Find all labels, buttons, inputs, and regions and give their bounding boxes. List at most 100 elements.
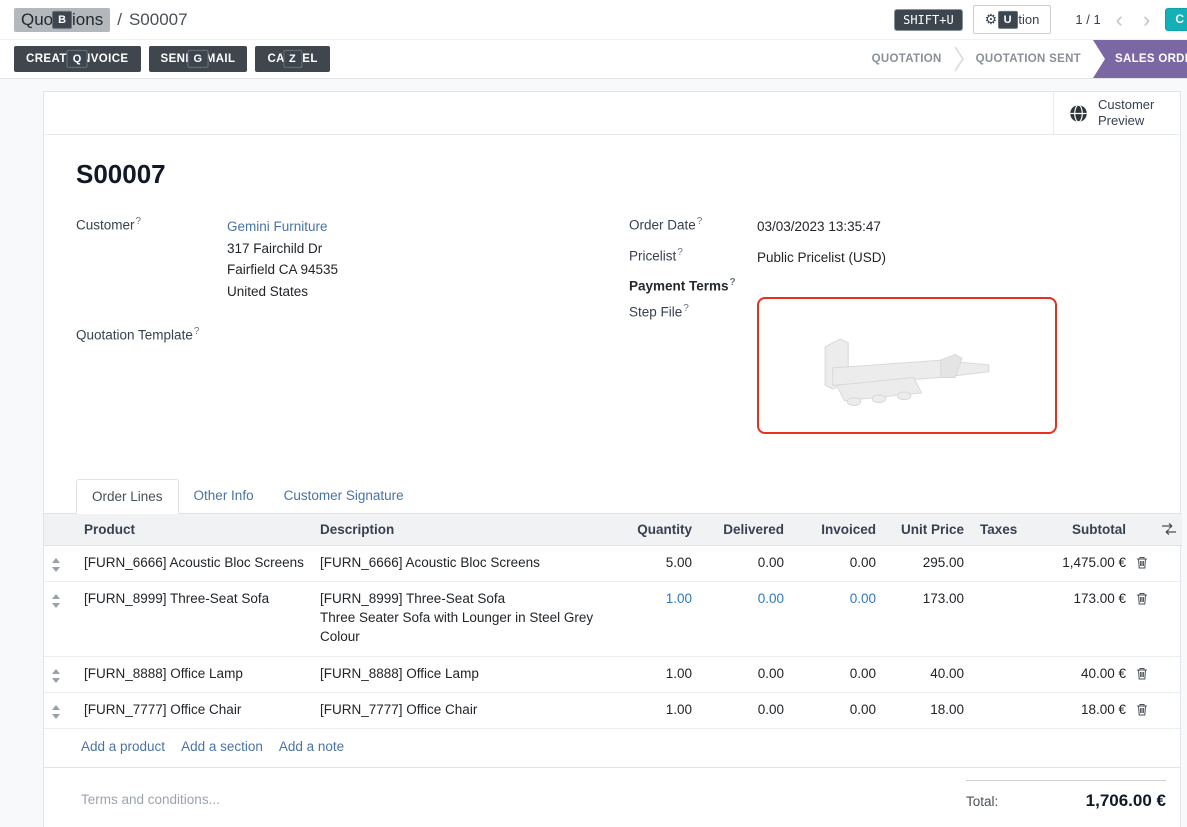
tab-customer-signature[interactable]: Customer Signature [269, 479, 419, 514]
order-date-label: Order Date? [629, 216, 757, 238]
sheet-bottom: Terms and conditions... Total: 1,706.00 … [44, 768, 1180, 827]
quotation-template-label: Quotation Template? [76, 326, 227, 343]
tab-order-lines[interactable]: Order Lines [76, 479, 179, 514]
cell-taxes[interactable] [972, 692, 1028, 728]
cell-description[interactable]: [FURN_8999] Three-Seat Sofa Three Seater… [312, 581, 612, 656]
optional-columns-icon[interactable] [1160, 514, 1182, 546]
total-box: Total: 1,706.00 € [966, 780, 1166, 811]
delete-row-button[interactable] [1134, 581, 1160, 656]
send-email-button[interactable]: SEND EMAIL G [149, 46, 248, 72]
customer-address-line-2: Fairfield CA 94535 [227, 262, 338, 277]
cell-unit-price[interactable]: 40.00 [884, 656, 972, 692]
help-marker: ? [677, 247, 683, 258]
tab-other-info[interactable]: Other Info [179, 479, 269, 514]
cell-delivered[interactable]: 0.00 [700, 581, 792, 656]
customer-preview-label: Customer Preview [1098, 97, 1160, 130]
cell-invoiced[interactable]: 0.00 [792, 692, 884, 728]
field-customer: Customer? Gemini Furniture 317 Fairchild… [76, 216, 629, 302]
breadcrumb-separator: / [117, 10, 122, 30]
cell-description[interactable]: [FURN_7777] Office Chair [312, 692, 612, 728]
cell-invoiced[interactable]: 0.00 [792, 545, 884, 581]
cell-product[interactable]: [FURN_6666] Acoustic Bloc Screens [76, 545, 312, 581]
breadcrumb-quotations-link[interactable]: Quotations B [14, 8, 110, 32]
delete-row-button[interactable] [1134, 656, 1160, 692]
stage-quotation-sent[interactable]: QUOTATION SENT [964, 53, 1093, 65]
create-invoice-button[interactable]: CREATE INVOICE Q [14, 46, 141, 72]
col-invoiced: Invoiced [792, 514, 884, 546]
cell-subtotal: 18.00 € [1028, 692, 1134, 728]
globe-icon [1069, 104, 1088, 123]
add-note-link[interactable]: Add a note [279, 739, 344, 754]
step-part-drawing [792, 312, 1022, 418]
cell-delivered[interactable]: 0.00 [700, 692, 792, 728]
field-step-file: Step File? [629, 303, 1148, 434]
pager-previous-button[interactable]: ‹ [1111, 9, 1128, 31]
col-quantity: Quantity [612, 514, 700, 546]
order-date-value[interactable]: 03/03/2023 13:35:47 [757, 216, 881, 238]
cell-taxes[interactable] [972, 581, 1028, 656]
stage-quotation[interactable]: QUOTATION [860, 53, 954, 65]
cancel-button[interactable]: CANCEL Z [255, 46, 329, 72]
cell-description[interactable]: [FURN_8888] Office Lamp [312, 656, 612, 692]
cell-quantity[interactable]: 1.00 [612, 656, 700, 692]
table-row: [FURN_7777] Office Chair [FURN_7777] Off… [44, 692, 1182, 728]
row-drag-handle[interactable] [44, 656, 76, 692]
stage-sales-order-active[interactable]: SALES ORDER [1093, 40, 1187, 78]
cell-subtotal: 1,475.00 € [1028, 545, 1134, 581]
row-drag-handle[interactable] [44, 545, 76, 581]
delete-row-button[interactable] [1134, 692, 1160, 728]
cell-product[interactable]: [FURN_7777] Office Chair [76, 692, 312, 728]
cell-product[interactable]: [FURN_8999] Three-Seat Sofa [76, 581, 312, 656]
pager-counter: 1 / 1 [1075, 12, 1100, 27]
cell-delivered[interactable]: 0.00 [700, 656, 792, 692]
notebook-tabs: Order Lines Other Info Customer Signatur… [44, 479, 1180, 514]
cell-description[interactable]: [FURN_6666] Acoustic Bloc Screens [312, 545, 612, 581]
cell-product[interactable]: [FURN_8888] Office Lamp [76, 656, 312, 692]
cell-unit-price[interactable]: 295.00 [884, 545, 972, 581]
order-lines-table: Product Description Quantity Delivered I… [44, 514, 1182, 729]
cell-quantity[interactable]: 5.00 [612, 545, 700, 581]
row-drag-handle[interactable] [44, 692, 76, 728]
keyboard-hint-badge-z: Z [283, 50, 302, 68]
help-marker: ? [730, 277, 736, 288]
row-drag-handle[interactable] [44, 581, 76, 656]
customer-preview-button[interactable]: Customer Preview [1053, 92, 1180, 134]
customer-label: Customer? [76, 216, 227, 302]
terms-and-conditions-input[interactable]: Terms and conditions... [81, 792, 220, 811]
topbar: Quotations B / S00007 SHIFT+U ⚙ Action U… [0, 0, 1187, 40]
step-file-label: Step File? [629, 303, 757, 434]
gear-icon: ⚙ [985, 11, 998, 28]
col-taxes: Taxes [972, 514, 1028, 546]
cell-taxes[interactable] [972, 545, 1028, 581]
main-content: Customer Preview S00007 Customer? Gemini… [0, 79, 1187, 827]
action-menu-button[interactable]: ⚙ Action U [973, 5, 1052, 34]
cell-quantity[interactable]: 1.00 [612, 692, 700, 728]
add-section-link[interactable]: Add a section [181, 739, 263, 754]
fields-right-column: Order Date? 03/03/2023 13:35:47 Pricelis… [629, 216, 1148, 443]
keyboard-hint-badge-shift-u: SHIFT+U [894, 9, 963, 31]
breadcrumb: Quotations B / S00007 [14, 8, 188, 32]
table-row: [FURN_8999] Three-Seat Sofa [FURN_8999] … [44, 581, 1182, 656]
help-marker: ? [683, 303, 689, 314]
step-file-image[interactable] [757, 297, 1057, 434]
cell-invoiced[interactable]: 0.00 [792, 656, 884, 692]
pricelist-value[interactable]: Public Pricelist (USD) [757, 247, 886, 269]
keyboard-hint-badge-b: B [52, 10, 72, 28]
help-marker: ? [697, 216, 703, 227]
cell-invoiced[interactable]: 0.00 [792, 581, 884, 656]
cell-quantity[interactable]: 1.00 [612, 581, 700, 656]
delete-row-button[interactable] [1134, 545, 1160, 581]
cell-unit-price[interactable]: 18.00 [884, 692, 972, 728]
add-line-links: Add a product Add a section Add a note [44, 729, 1180, 768]
sheet-body: S00007 Customer? Gemini Furniture 317 Fa… [44, 159, 1180, 443]
stage-separator-chevron-icon [954, 45, 964, 73]
customer-link[interactable]: Gemini Furniture [227, 219, 328, 234]
fields-left-column: Customer? Gemini Furniture 317 Fairchild… [76, 216, 629, 443]
description-line-2: Three Seater Sofa with Lounger in Steel … [320, 608, 604, 647]
cell-delivered[interactable]: 0.00 [700, 545, 792, 581]
pager-next-button[interactable]: › [1138, 9, 1155, 31]
add-product-link[interactable]: Add a product [81, 739, 165, 754]
cell-unit-price[interactable]: 173.00 [884, 581, 972, 656]
customer-value: Gemini Furniture 317 Fairchild Dr Fairfi… [227, 216, 338, 302]
cell-taxes[interactable] [972, 656, 1028, 692]
